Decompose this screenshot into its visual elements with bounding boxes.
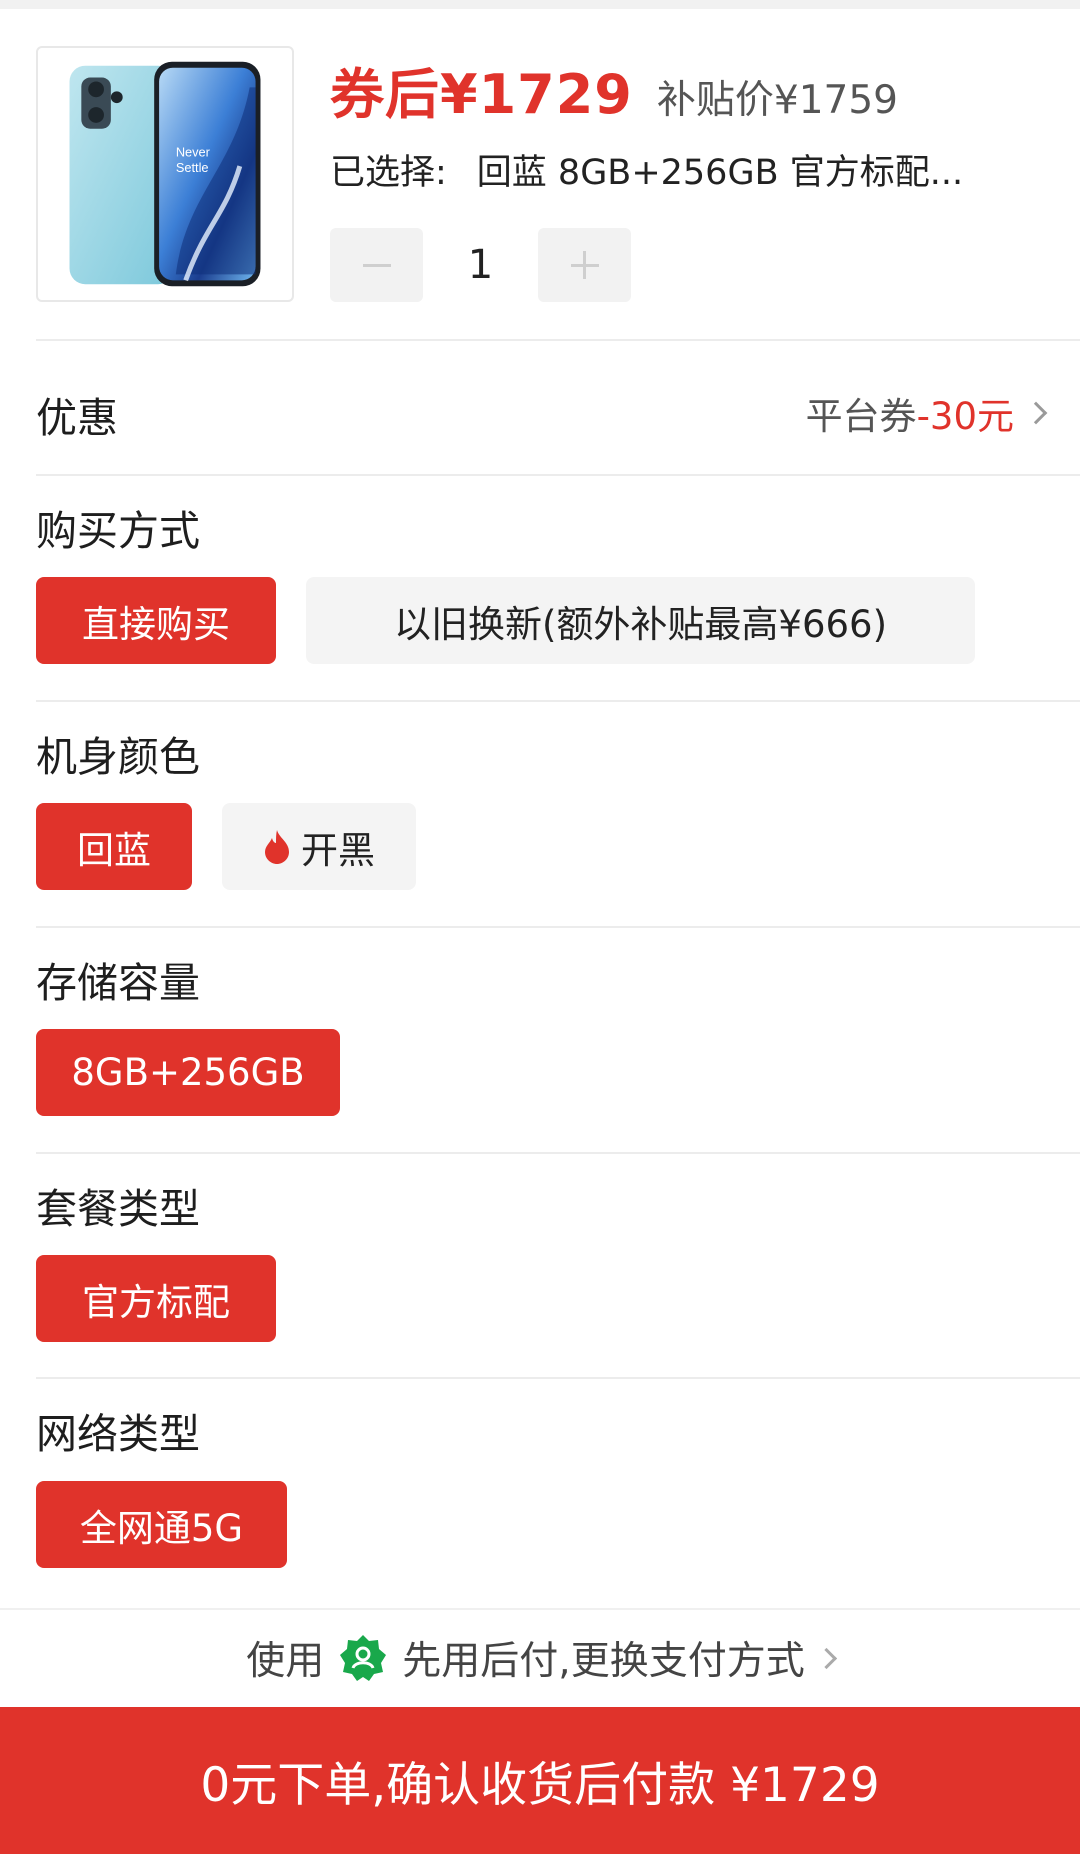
divider: [36, 474, 1080, 476]
package-title: 套餐类型: [36, 1185, 200, 1233]
option-network[interactable]: 全网通5G: [36, 1481, 287, 1568]
network-title: 网络类型: [36, 1410, 200, 1458]
option-package[interactable]: 官方标配: [36, 1255, 276, 1342]
divider: [36, 339, 1080, 341]
option-storage[interactable]: 8GB+256GB: [36, 1029, 340, 1116]
selected-value: 回蓝 8GB+256GB 官方标配...: [476, 153, 964, 193]
minus-icon: [362, 263, 391, 267]
svg-text:Settle: Settle: [176, 160, 209, 175]
discount-title: 优惠: [36, 394, 118, 442]
option-color-black-label: 开黑: [301, 828, 375, 872]
color-title: 机身颜色: [36, 733, 200, 781]
place-order-button[interactable]: 0元下单,确认收货后付款 ¥1729: [0, 1707, 1080, 1854]
option-color-blue[interactable]: 回蓝: [36, 803, 192, 890]
purchase-method-options: 直接购买 以旧换新(额外补贴最高¥666): [36, 577, 975, 664]
increase-button[interactable]: [538, 228, 631, 302]
price-row: 券后¥1729 补贴价¥1759: [330, 50, 898, 129]
divider: [36, 1377, 1080, 1379]
plus-icon: [570, 251, 599, 279]
price-after-coupon: 券后¥1729: [330, 63, 633, 126]
divider: [36, 926, 1080, 928]
svg-text:Never: Never: [176, 144, 211, 159]
purchase-method-title: 购买方式: [36, 507, 200, 555]
payment-text: 先用后付,更换支付方式: [402, 1639, 805, 1684]
quantity-value[interactable]: 1: [423, 242, 538, 288]
payment-prefix: 使用: [246, 1639, 325, 1684]
subsidy-price: 补贴价¥1759: [656, 78, 898, 123]
selected-spec: 已选择: 回蓝 8GB+256GB 官方标配...: [330, 144, 1020, 195]
top-strip: [0, 0, 1080, 9]
quantity-stepper: 1: [330, 228, 631, 302]
divider: [36, 700, 1080, 702]
storage-options: 8GB+256GB: [36, 1029, 340, 1116]
phone-illustration: Never Settle: [69, 61, 261, 287]
chevron-right-icon: [815, 1647, 837, 1669]
flame-icon: [265, 829, 289, 864]
storage-title: 存储容量: [36, 959, 200, 1007]
decrease-button[interactable]: [330, 228, 423, 302]
coupon-value: -30元: [916, 395, 1014, 438]
product-image[interactable]: Never Settle: [36, 46, 294, 302]
network-options: 全网通5G: [36, 1481, 287, 1568]
coupon-label: 平台券: [805, 395, 917, 438]
payment-method-row[interactable]: 使用 先用后付,更换支付方式: [0, 1608, 1080, 1706]
package-options: 官方标配: [36, 1255, 276, 1342]
divider: [36, 1152, 1080, 1154]
selected-label: 已选择:: [330, 153, 447, 193]
option-direct-buy[interactable]: 直接购买: [36, 577, 276, 664]
chevron-right-icon: [1024, 401, 1048, 425]
option-color-black[interactable]: 开黑: [222, 803, 416, 890]
pay-later-badge-icon: [340, 1635, 387, 1681]
color-options: 回蓝 开黑: [36, 803, 416, 890]
option-trade-in[interactable]: 以旧换新(额外补贴最高¥666): [306, 577, 975, 664]
discount-selector[interactable]: 平台券 -30元: [805, 386, 1048, 440]
